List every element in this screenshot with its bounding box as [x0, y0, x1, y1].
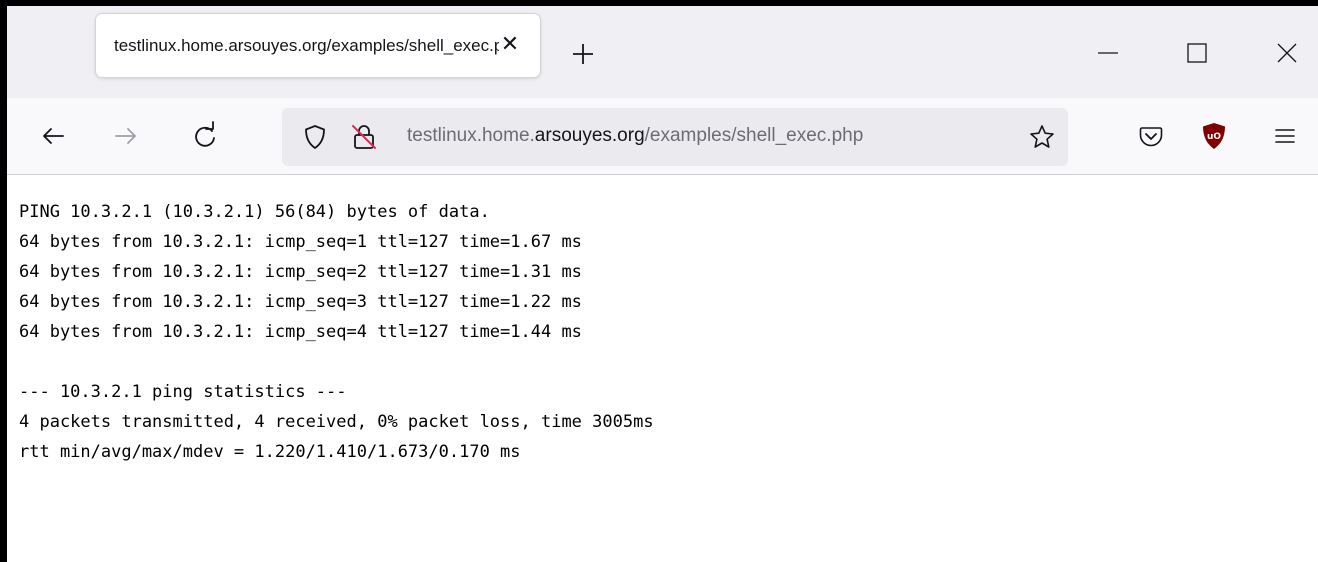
- url-prefix: testlinux.home.: [407, 125, 535, 146]
- hamburger-menu-icon[interactable]: [1271, 122, 1299, 150]
- reload-icon[interactable]: [185, 116, 225, 156]
- output-line: 64 bytes from 10.3.2.1: icmp_seq=2 ttl=1…: [19, 262, 582, 282]
- ublock-icon[interactable]: uO: [1200, 121, 1228, 151]
- star-icon[interactable]: [1027, 122, 1057, 152]
- output-line: --- 10.3.2.1 ping statistics ---: [19, 382, 347, 402]
- maximize-icon[interactable]: [1179, 35, 1215, 71]
- ping-output: PING 10.3.2.1 (10.3.2.1) 56(84) bytes of…: [19, 197, 654, 467]
- output-line: PING 10.3.2.1 (10.3.2.1) 56(84) bytes of…: [19, 202, 490, 222]
- tab-title: testlinux.home.arsouyes.org/examples/she…: [114, 36, 499, 55]
- new-tab-plus-icon[interactable]: [567, 38, 599, 70]
- back-arrow-icon[interactable]: [33, 116, 73, 156]
- url-bar[interactable]: testlinux.home.arsouyes.org/examples/she…: [282, 108, 1068, 166]
- output-line: 4 packets transmitted, 4 received, 0% pa…: [19, 412, 654, 432]
- browser-window: testlinux.home.arsouyes.org/examples/she…: [7, 6, 1318, 562]
- output-line: 64 bytes from 10.3.2.1: icmp_seq=1 ttl=1…: [19, 232, 582, 252]
- url-domain: arsouyes.org: [534, 125, 645, 146]
- active-tab[interactable]: testlinux.home.arsouyes.org/examples/she…: [96, 14, 540, 77]
- page-content: PING 10.3.2.1 (10.3.2.1) 56(84) bytes of…: [7, 175, 1318, 562]
- minimize-icon[interactable]: [1090, 35, 1126, 71]
- output-line: 64 bytes from 10.3.2.1: icmp_seq=3 ttl=1…: [19, 292, 582, 312]
- navigation-toolbar: testlinux.home.arsouyes.org/examples/she…: [7, 98, 1318, 175]
- insecure-lock-icon[interactable]: [348, 121, 380, 153]
- output-line: 64 bytes from 10.3.2.1: icmp_seq=4 ttl=1…: [19, 322, 582, 342]
- url-text[interactable]: testlinux.home.arsouyes.org/examples/she…: [407, 125, 1027, 147]
- svg-text:uO: uO: [1207, 132, 1221, 142]
- window-close-icon[interactable]: [1269, 35, 1305, 71]
- tracking-shield-icon[interactable]: [300, 122, 330, 152]
- tab-close-icon[interactable]: ✕: [498, 30, 522, 60]
- output-line: rtt min/avg/max/mdev = 1.220/1.410/1.673…: [19, 442, 521, 462]
- pocket-icon[interactable]: [1137, 122, 1165, 150]
- url-fade: [952, 118, 1032, 156]
- forward-arrow-icon[interactable]: [106, 116, 146, 156]
- url-path: /examples/shell_exec.php: [644, 125, 864, 146]
- tab-bar: testlinux.home.arsouyes.org/examples/she…: [7, 6, 1318, 98]
